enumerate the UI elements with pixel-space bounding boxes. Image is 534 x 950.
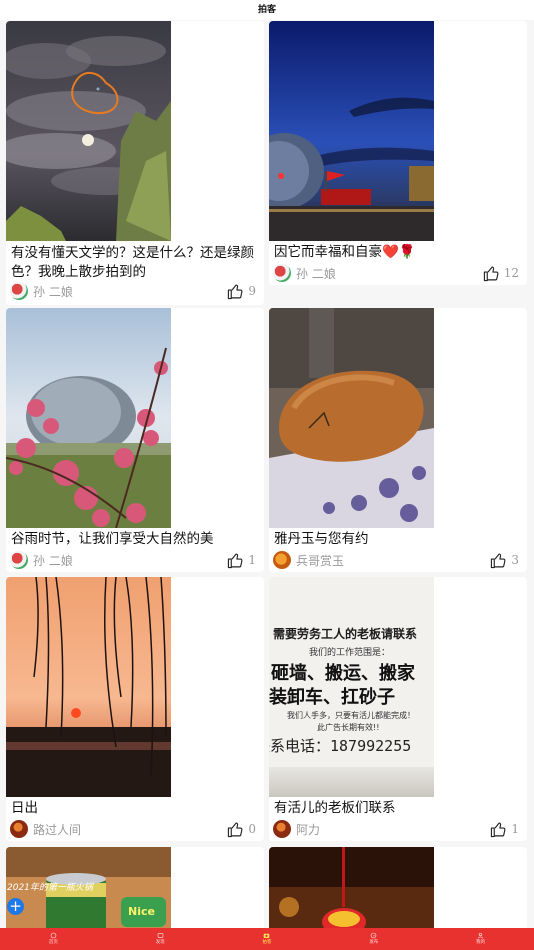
post-photo[interactable]: 2021年的第一瓶火锅 Nice	[6, 847, 171, 928]
avatar[interactable]	[273, 820, 291, 838]
discover-icon	[157, 933, 163, 938]
author-name[interactable]: 孙 二娘	[33, 283, 227, 300]
tab-label: 发布	[369, 940, 379, 945]
like-button[interactable]: 3	[490, 552, 519, 569]
poster-line: 我们的工作范围是：	[309, 648, 391, 658]
post-photo[interactable]	[6, 308, 171, 528]
like-count: 1	[511, 822, 519, 836]
tab-label: 拍客	[262, 940, 272, 945]
post-meta: 阿力 1	[273, 818, 519, 840]
post-meta: 路过人间 0	[10, 818, 256, 840]
post-photo[interactable]	[6, 21, 171, 241]
tab-me[interactable]: 我的	[427, 928, 534, 950]
post-meta: 孙 二娘 9	[10, 280, 256, 302]
photo-caption: 2021年的第一瓶火锅	[7, 883, 93, 893]
app: 拍客 有没有懂天文学的？这是什么？还是绿颜色？我晚上散步拍到的 孙 二娘 9 因…	[0, 0, 534, 950]
post-title[interactable]: 有活儿的老板们联系	[274, 799, 524, 818]
post-title[interactable]: 日出	[11, 799, 261, 818]
post-card[interactable]: 2021年的第一瓶火锅 Nice	[6, 847, 264, 928]
thumbs-up-icon	[491, 553, 506, 568]
bottom-tab-bar: 首页 发现 拍客 发布 我的	[0, 928, 534, 950]
home-icon	[50, 932, 57, 939]
avatar[interactable]	[273, 264, 291, 282]
user-icon	[477, 932, 484, 939]
avatar[interactable]	[10, 551, 28, 569]
thumbs-up-icon	[228, 553, 243, 568]
page-title: 拍客	[0, 0, 534, 20]
post-photo[interactable]	[269, 847, 434, 928]
post-card[interactable]: 因它而幸福和自豪❤️🌹 孙 二娘 12	[269, 21, 527, 285]
like-count: 1	[248, 553, 256, 567]
post-card[interactable]	[269, 847, 527, 928]
tab-publish[interactable]: 发布	[320, 928, 427, 950]
poster-line: 我们人手多，只要有活儿都能完成！	[287, 711, 415, 720]
tab-label: 发现	[155, 940, 165, 945]
camera-icon	[264, 933, 270, 938]
avatar[interactable]	[10, 820, 28, 838]
author-name[interactable]: 阿力	[296, 821, 490, 838]
post-title[interactable]: 谷雨时节，让我们享受大自然的美	[11, 530, 261, 549]
author-name[interactable]: 孙 二娘	[296, 265, 483, 282]
tab-label: 首页	[48, 940, 58, 945]
create-post-button[interactable]: +	[7, 898, 24, 915]
post-title[interactable]: 因它而幸福和自豪❤️🌹	[274, 243, 524, 262]
post-meta: 兵哥赏玉 3	[273, 549, 519, 571]
tab-label: 我的	[476, 940, 486, 945]
post-photo[interactable]: 需要劳务工人的老板请联系 我们的工作范围是： 砸墙、搬运、搬家 装卸车、扛砂子 …	[269, 577, 434, 797]
tab-camera[interactable]: 拍客	[214, 928, 321, 950]
thumbs-up-icon	[491, 822, 506, 837]
post-photo[interactable]	[269, 308, 434, 528]
compass-icon	[370, 932, 377, 939]
post-card[interactable]: 雅丹玉与您有约 兵哥赏玉 3	[269, 308, 527, 572]
like-button[interactable]: 1	[490, 821, 519, 838]
author-name[interactable]: 孙 二娘	[33, 552, 227, 569]
post-card[interactable]: 谷雨时节，让我们享受大自然的美 孙 二娘 1	[6, 308, 264, 572]
like-button[interactable]: 12	[483, 265, 519, 282]
post-meta: 孙 二娘 12	[273, 262, 519, 284]
post-title[interactable]: 雅丹玉与您有约	[274, 530, 524, 549]
post-card[interactable]: 需要劳务工人的老板请联系 我们的工作范围是： 砸墙、搬运、搬家 装卸车、扛砂子 …	[269, 577, 527, 841]
like-count: 9	[248, 284, 256, 298]
post-photo[interactable]	[269, 21, 434, 241]
poster-line: 此广告长期有效!!	[317, 723, 380, 732]
like-button[interactable]: 1	[227, 552, 256, 569]
post-card[interactable]: 日出 路过人间 0	[6, 577, 264, 841]
post-title[interactable]: 有没有懂天文学的？这是什么？还是绿颜色？我晚上散步拍到的	[11, 244, 261, 282]
poster-line: 联系电话：187992255	[269, 737, 412, 755]
poster-line: 需要劳务工人的老板请联系	[273, 627, 418, 641]
like-count: 12	[503, 266, 519, 280]
thumbs-up-icon	[483, 266, 499, 281]
avatar[interactable]	[273, 551, 291, 569]
like-button[interactable]: 0	[227, 821, 256, 838]
tab-home[interactable]: 首页	[0, 928, 107, 950]
thumbs-up-icon	[228, 284, 243, 299]
tab-discover[interactable]: 发现	[107, 928, 214, 950]
post-photo[interactable]	[6, 577, 171, 797]
poster-line: 砸墙、搬运、搬家	[271, 663, 415, 684]
thumbs-up-icon	[228, 822, 243, 837]
poster-line: 装卸车、扛砂子	[269, 687, 395, 708]
avatar[interactable]	[10, 282, 28, 300]
author-name[interactable]: 路过人间	[33, 821, 227, 838]
author-name[interactable]: 兵哥赏玉	[296, 552, 490, 569]
like-count: 3	[511, 553, 519, 567]
feed[interactable]: 有没有懂天文学的？这是什么？还是绿颜色？我晚上散步拍到的 孙 二娘 9 因它而幸…	[0, 20, 534, 928]
like-count: 0	[248, 822, 256, 836]
photo-caption: Nice	[128, 905, 155, 918]
post-card[interactable]: 有没有懂天文学的？这是什么？还是绿颜色？我晚上散步拍到的 孙 二娘 9	[6, 21, 264, 305]
like-button[interactable]: 9	[227, 283, 256, 300]
post-meta: 孙 二娘 1	[10, 549, 256, 571]
